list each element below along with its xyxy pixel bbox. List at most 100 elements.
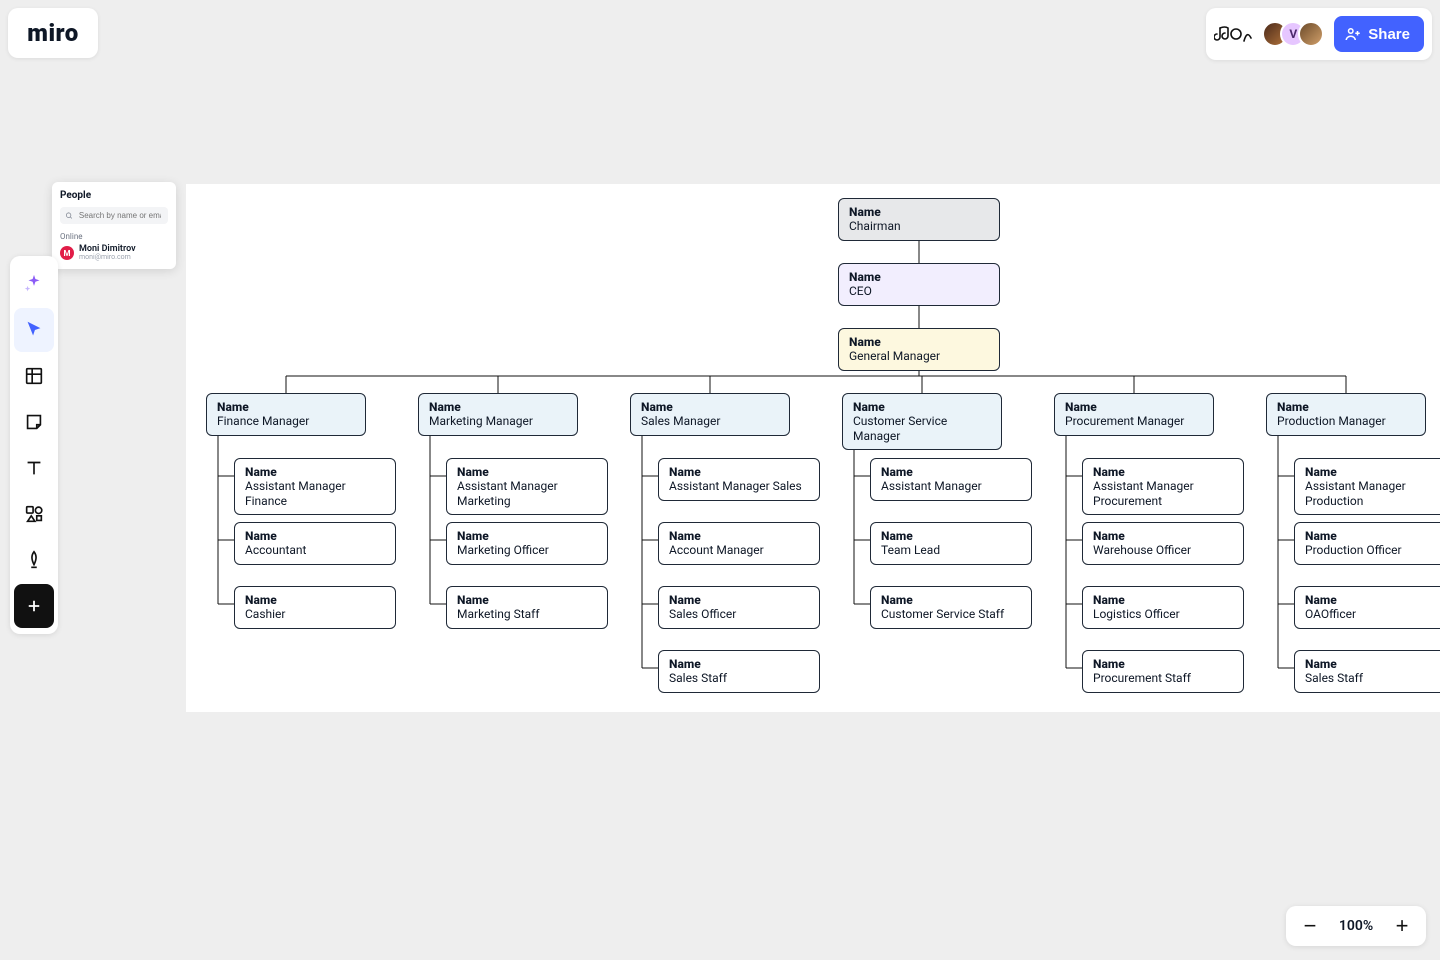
tool-sticky[interactable] [14, 400, 54, 444]
org-node[interactable]: NameGeneral Manager [838, 328, 1000, 371]
org-node[interactable]: NameFinance Manager [206, 393, 366, 436]
org-node-role: Sales Manager [641, 414, 779, 428]
tool-add[interactable] [14, 584, 54, 628]
org-node-role: Customer Service Manager [853, 414, 991, 443]
org-node-role: Marketing Officer [457, 543, 597, 557]
org-node-name: Name [641, 400, 779, 414]
org-node-name: Name [217, 400, 355, 414]
org-node-role: Finance Manager [217, 414, 355, 428]
org-node-name: Name [669, 529, 809, 543]
org-node-name: Name [1305, 529, 1440, 543]
org-node[interactable]: NameChairman [838, 198, 1000, 241]
org-node[interactable]: NameOAOfficer [1294, 586, 1440, 629]
org-node[interactable]: NameAssistant Manager Finance [234, 458, 396, 515]
org-node[interactable]: NameProduction Manager [1266, 393, 1426, 436]
header-mini-icons[interactable] [1214, 23, 1252, 45]
org-node[interactable]: NameAccount Manager [658, 522, 820, 565]
org-node[interactable]: NameProcurement Manager [1054, 393, 1214, 436]
org-node[interactable]: NameCEO [838, 263, 1000, 306]
pen-icon [23, 549, 45, 571]
people-search-input[interactable] [77, 210, 163, 221]
org-node-role: Cashier [245, 607, 385, 621]
org-node[interactable]: NameSales Staff [658, 650, 820, 693]
zoom-controls: − 100% + [1286, 906, 1426, 946]
org-node-role: Logistics Officer [1093, 607, 1233, 621]
org-node-name: Name [1093, 657, 1233, 671]
org-node[interactable]: NameAssistant Manager Production [1294, 458, 1440, 515]
org-node-name: Name [849, 270, 989, 284]
org-node[interactable]: NameAccountant [234, 522, 396, 565]
org-node-role: Accountant [245, 543, 385, 557]
org-node[interactable]: NameMarketing Staff [446, 586, 608, 629]
sticky-note-icon [23, 411, 45, 433]
org-node[interactable]: NameAssistant Manager Procurement [1082, 458, 1244, 515]
tool-text[interactable] [14, 446, 54, 490]
org-node[interactable]: NameProcurement Staff [1082, 650, 1244, 693]
org-node[interactable]: NameSales Officer [658, 586, 820, 629]
tool-ai[interactable] [14, 262, 54, 306]
org-node-role: Marketing Manager [429, 414, 567, 428]
org-node-name: Name [457, 529, 597, 543]
org-node-name: Name [245, 465, 385, 479]
left-toolbar [10, 256, 58, 634]
org-chart-canvas[interactable]: NameChairmanNameCEONameGeneral ManagerNa… [186, 184, 1440, 712]
org-node-name: Name [849, 335, 989, 349]
board-frame[interactable]: NameChairmanNameCEONameGeneral ManagerNa… [186, 184, 1440, 712]
org-node[interactable]: NameCustomer Service Staff [870, 586, 1032, 629]
org-node[interactable]: NameTeam Lead [870, 522, 1032, 565]
avatar-stack[interactable]: V [1262, 21, 1324, 47]
org-node[interactable]: NameLogistics Officer [1082, 586, 1244, 629]
org-node[interactable]: NameSales Staff [1294, 650, 1440, 693]
people-search[interactable] [60, 207, 168, 224]
org-node-role: Chairman [849, 219, 989, 233]
org-node-name: Name [669, 593, 809, 607]
org-node-name: Name [245, 593, 385, 607]
person-avatar: M [60, 246, 74, 260]
org-node[interactable]: NameSales Manager [630, 393, 790, 436]
org-node[interactable]: NameWarehouse Officer [1082, 522, 1244, 565]
org-node[interactable]: NameCustomer Service Manager [842, 393, 1002, 450]
org-node-role: Assistant Manager [881, 479, 1021, 493]
org-node-name: Name [853, 400, 991, 414]
text-icon [23, 457, 45, 479]
share-label: Share [1368, 26, 1410, 43]
tool-select[interactable] [14, 308, 54, 352]
logo-card[interactable]: miro [8, 8, 98, 58]
org-node[interactable]: NameAssistant Manager [870, 458, 1032, 501]
org-node-name: Name [1093, 593, 1233, 607]
org-node[interactable]: NameProduction Officer [1294, 522, 1440, 565]
org-node[interactable]: NameCashier [234, 586, 396, 629]
org-node-role: Sales Staff [1305, 671, 1440, 685]
org-node[interactable]: NameMarketing Manager [418, 393, 578, 436]
org-node[interactable]: NameMarketing Officer [446, 522, 608, 565]
zoom-out-button[interactable]: − [1296, 912, 1324, 940]
person-email: moni@miro.com [79, 254, 136, 261]
org-node-role: CEO [849, 284, 989, 298]
org-node-role: Account Manager [669, 543, 809, 557]
org-node-name: Name [457, 593, 597, 607]
tool-shapes[interactable] [14, 492, 54, 536]
ai-sparkle-icon [23, 273, 45, 295]
tool-pen[interactable] [14, 538, 54, 582]
org-node-name: Name [429, 400, 567, 414]
avatar[interactable] [1298, 21, 1324, 47]
frame-icon [23, 365, 45, 387]
zoom-in-button[interactable]: + [1388, 912, 1416, 940]
org-node-role: Assistant Manager Procurement [1093, 479, 1233, 508]
org-node-name: Name [245, 529, 385, 543]
org-node-name: Name [849, 205, 989, 219]
tool-frame[interactable] [14, 354, 54, 398]
share-button[interactable]: Share [1334, 16, 1424, 52]
org-node-name: Name [881, 593, 1021, 607]
org-node-name: Name [669, 657, 809, 671]
org-node-role: Team Lead [881, 543, 1021, 557]
people-person[interactable]: M Moni Dimitrov moni@miro.com [60, 245, 168, 261]
people-plus-icon [1344, 25, 1362, 43]
org-node-name: Name [881, 529, 1021, 543]
org-node-name: Name [457, 465, 597, 479]
org-node-role: Customer Service Staff [881, 607, 1021, 621]
org-node-role: Assistant Manager Finance [245, 479, 385, 508]
org-node[interactable]: NameAssistant Manager Marketing [446, 458, 608, 515]
org-node[interactable]: NameAssistant Manager Sales [658, 458, 820, 501]
plus-icon [25, 597, 43, 615]
